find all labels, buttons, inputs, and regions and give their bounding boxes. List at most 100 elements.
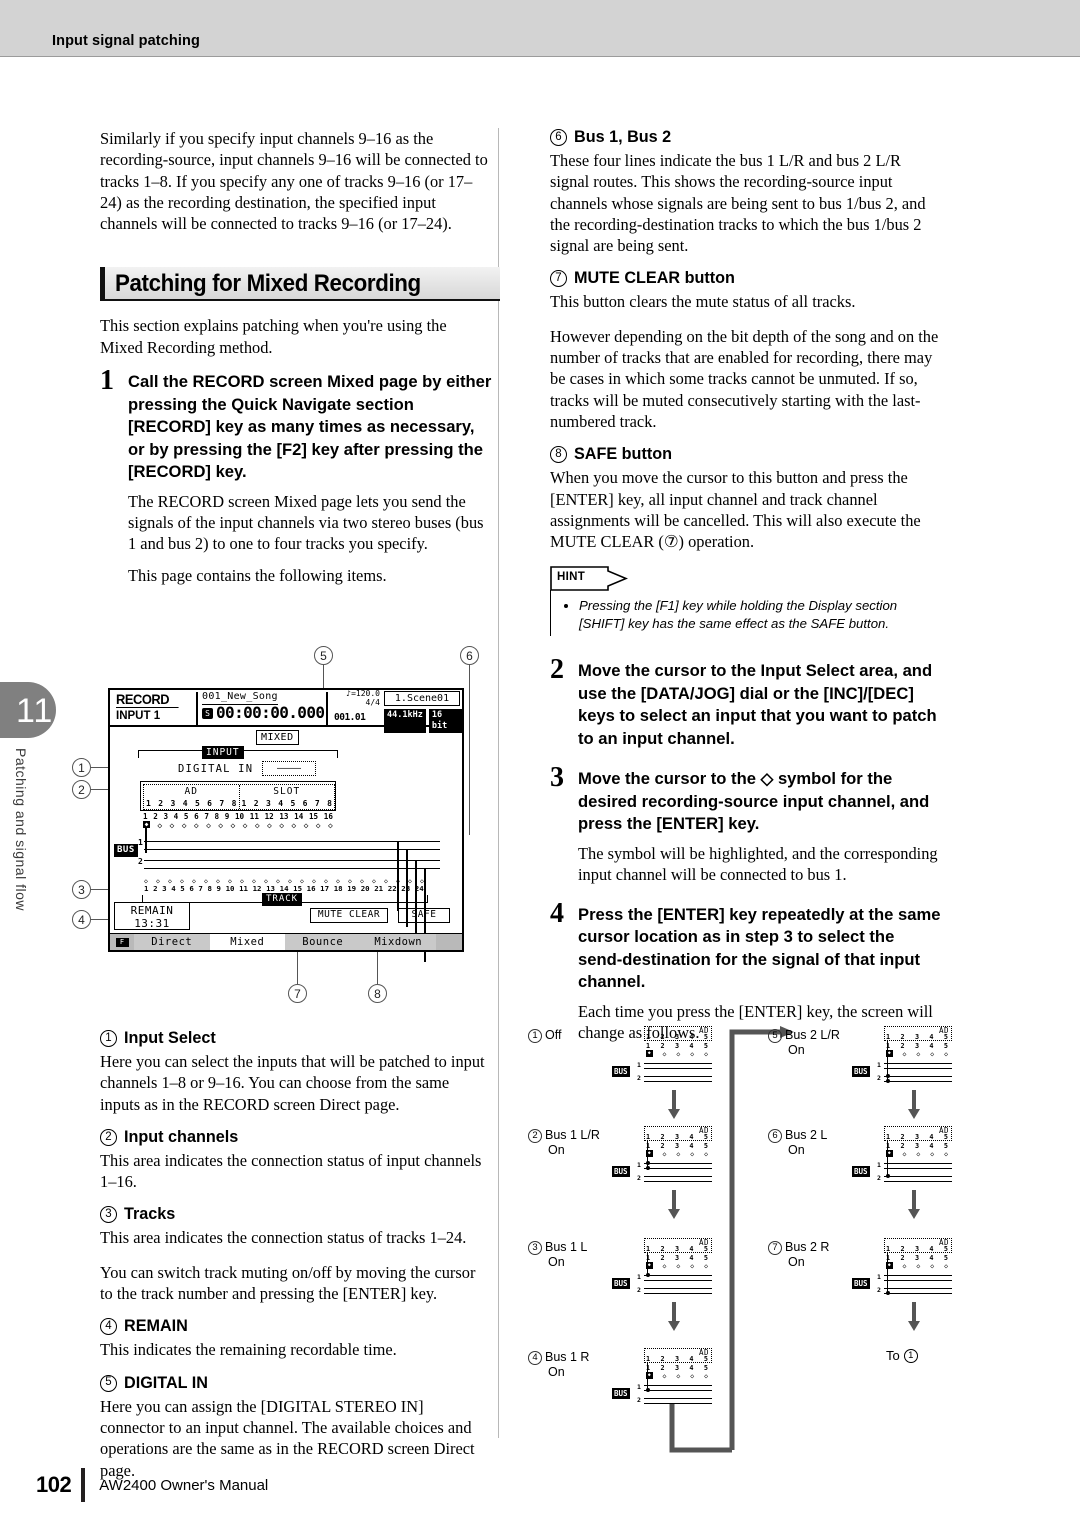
track-num[interactable]: 14 (280, 884, 289, 893)
ad-num: 6 (207, 799, 212, 808)
mini-bus-num-1: 1 (637, 1273, 641, 1281)
tab-mixed[interactable]: Mixed (209, 934, 285, 950)
tab-bounce[interactable]: Bounce (285, 934, 361, 950)
mini-ch-nums: 12345 (886, 1254, 948, 1262)
mini-bus-line (884, 1293, 952, 1294)
patch-diamond-icon[interactable]: ◇ (316, 821, 321, 830)
patch-diamond-icon[interactable]: ◇ (230, 821, 235, 830)
track-num[interactable]: 19 (347, 884, 356, 893)
flow-step-7-label: Bus 2 R (785, 1240, 830, 1254)
item-1-heading: 1 Input Select (100, 1029, 492, 1048)
track-num[interactable]: 18 (334, 884, 343, 893)
digital-in-value[interactable]: –––– (262, 761, 316, 776)
patch-diamond-icon[interactable]: ◇ (304, 821, 309, 830)
mini-bus-num-2: 2 (877, 1286, 881, 1294)
mute-clear-button[interactable]: MUTE CLEAR (310, 908, 388, 923)
track-num[interactable]: 13 (266, 884, 275, 893)
item-7-label: MUTE CLEAR button (574, 269, 735, 288)
channel-num: 3 (163, 812, 169, 821)
patch-diamond-icon[interactable]: ◇ (182, 821, 187, 830)
track-numbers[interactable]: 1 2 3 4 5 6 7 8 9 10 11 12 13 14 15 16 1… (144, 884, 424, 893)
patch-diamond-icon[interactable]: ◇ (328, 821, 333, 830)
flow-mini-3: AD 12345 12345 ◆◇◇◇◇ BUS 1 2 (612, 1238, 712, 1298)
callout-4: 4 (72, 910, 91, 929)
mini-num: 5 (703, 1254, 708, 1262)
lcd-mode-record: RECORD (116, 691, 179, 708)
ad-num: 3 (170, 799, 176, 808)
track-num[interactable]: 2 (153, 884, 157, 893)
track-num[interactable]: 6 (189, 884, 193, 893)
patch-diamond-icon[interactable]: ◇ (157, 821, 162, 830)
track-num[interactable]: 15 (293, 884, 302, 893)
lcd-measure: 001.01 (334, 712, 366, 723)
track-num[interactable]: 11 (239, 884, 248, 893)
input-select-box[interactable]: AD 1 2 3 4 5 6 7 8 SLOT 1 2 3 4 5 6 7 8 (140, 781, 336, 811)
mini-bus-line (644, 1176, 712, 1177)
patch-diamond-icon[interactable]: ◇ (170, 821, 175, 830)
patch-diamond-icon[interactable]: ◇ (218, 821, 223, 830)
input-patch-diamonds[interactable]: ◆ ◇ ◇ ◇ ◇ ◇ ◇ ◇ ◇ ◇ ◇ ◇ ◇ ◇ ◇ ◇ (143, 821, 333, 830)
track-num[interactable]: 4 (171, 884, 175, 893)
input-select-slot[interactable]: SLOT 1 2 3 4 5 6 7 8 (238, 785, 335, 809)
mini-ad-nums: 12345 (886, 1245, 948, 1253)
mini-bus-line (884, 1288, 952, 1289)
patch-diamond-icon[interactable]: ◇ (194, 821, 199, 830)
track-num[interactable]: 9 (217, 884, 221, 893)
step-1-para-1: The RECORD screen Mixed page lets you se… (128, 491, 484, 554)
track-num[interactable]: 24 (415, 884, 424, 893)
mini-num: 5 (943, 1254, 948, 1262)
hint-box: HINT Pressing the [F1] key while holding… (550, 566, 942, 637)
mini-num: 3 (674, 1133, 680, 1141)
item-2-label: Input channels (124, 1127, 239, 1146)
track-num[interactable]: 7 (198, 884, 202, 893)
track-num[interactable]: 20 (361, 884, 370, 893)
track-num[interactable]: 5 (180, 884, 184, 893)
mini-bus-line (644, 1181, 712, 1182)
patch-diamond-icon[interactable]: ◇ (255, 821, 260, 830)
flow-step-3-state: On (548, 1255, 565, 1269)
mini-bus-line (644, 1163, 712, 1164)
track-num[interactable]: 10 (226, 884, 235, 893)
patch-diamond-icon[interactable]: ◇ (243, 821, 248, 830)
track-num[interactable]: 3 (162, 884, 166, 893)
item-4-heading: 4 REMAIN (100, 1317, 492, 1336)
item-3-label: Tracks (124, 1205, 176, 1224)
track-num[interactable]: 21 (374, 884, 383, 893)
remain-label: REMAIN (130, 904, 174, 917)
lcd-meter-value: 4/4 (365, 697, 380, 707)
lcd-timecode[interactable]: S 00:00:00.000 (202, 705, 325, 721)
channel-num: 13 (279, 812, 289, 821)
mini-bus-num-2: 2 (637, 1396, 641, 1404)
track-num[interactable]: 22 (388, 884, 397, 893)
input-select-ad[interactable]: AD 1 2 3 4 5 6 7 8 (144, 785, 239, 809)
hint-text: Pressing the [F1] key while holding the … (579, 597, 942, 632)
mini-num: 4 (929, 1142, 934, 1150)
lcd-scene[interactable]: 1.Scene01 (384, 691, 460, 706)
track-num[interactable]: 16 (307, 884, 316, 893)
patch-diamond-icon[interactable]: ◇ (267, 821, 272, 830)
track-num[interactable]: 17 (320, 884, 329, 893)
patch-diamond-icon[interactable]: ◇ (291, 821, 296, 830)
track-num[interactable]: 12 (253, 884, 262, 893)
bus-line-1r (144, 849, 440, 851)
track-num[interactable]: 23 (401, 884, 410, 893)
safe-button[interactable]: SAFE (398, 908, 450, 923)
flow-arrow-5-6 (908, 1090, 920, 1119)
lcd-tempo: ♪=120.0 4/4 (334, 689, 380, 707)
flow-step-2-state: On (548, 1143, 565, 1157)
tab-mixdown[interactable]: Mixdown (360, 934, 436, 950)
tab-direct[interactable]: Direct (134, 934, 210, 950)
mini-ch-nums: 12345 (646, 1254, 708, 1262)
mini-bus-line (644, 1081, 712, 1082)
track-num[interactable]: 1 (144, 884, 148, 893)
track-num[interactable]: 8 (207, 884, 211, 893)
flow-step-1: 1 Off (528, 1028, 561, 1043)
input-select-inner: AD 1 2 3 4 5 6 7 8 SLOT 1 2 3 4 5 6 7 8 (143, 784, 335, 810)
mini-diamonds: ◆ ◇ ◇ ◇ ◇ (886, 1150, 948, 1158)
mini-diamond-icon: ◇ (690, 1050, 695, 1058)
mini-num: 5 (703, 1033, 708, 1041)
mini-diamond-icon: ◇ (916, 1262, 921, 1270)
patch-diamond-icon[interactable]: ◇ (206, 821, 211, 830)
channel-num: 12 (264, 812, 274, 821)
patch-diamond-icon[interactable]: ◇ (279, 821, 284, 830)
